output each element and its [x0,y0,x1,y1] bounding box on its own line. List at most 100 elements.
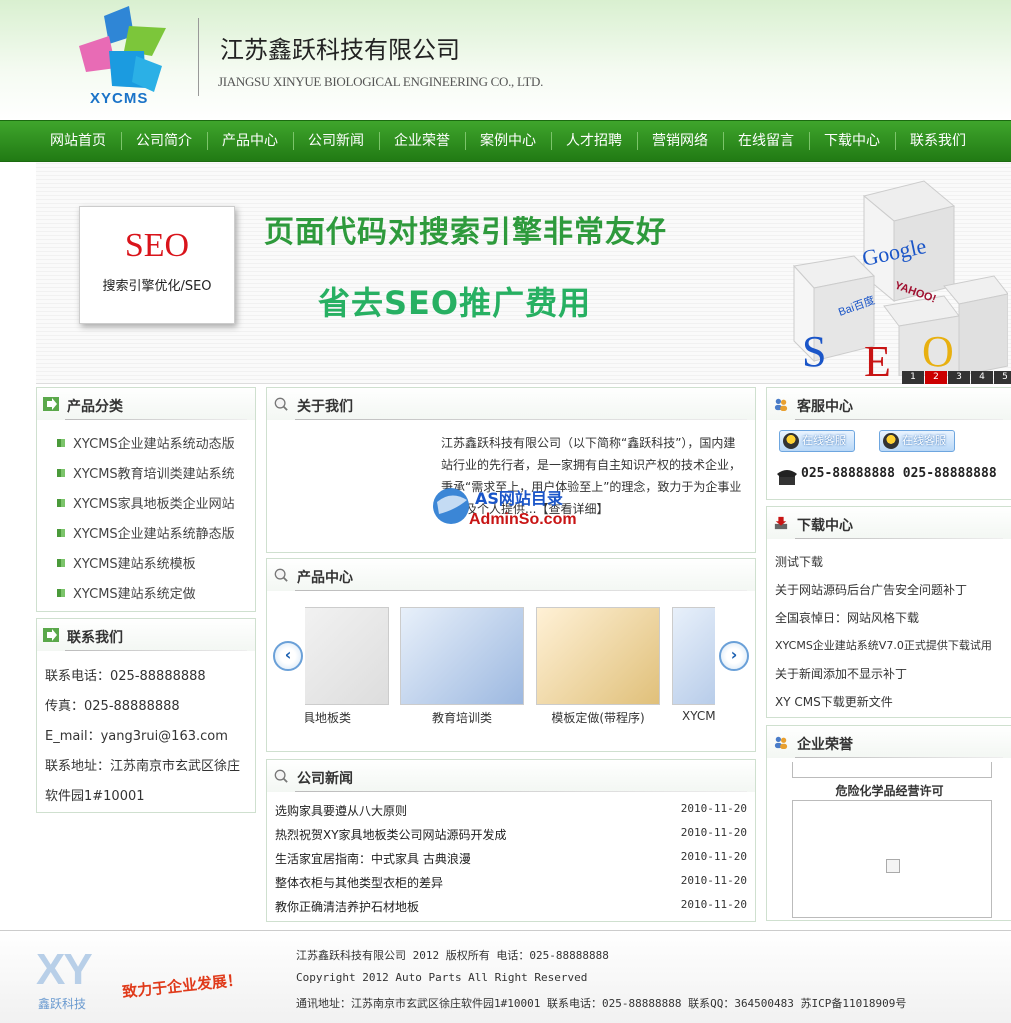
search-icon [274,568,288,582]
nav-item-downloads[interactable]: 下载中心 [809,121,895,161]
products-panel: 产品中心 具地板类 教育培训类 模板定做(带程序) XYCMS ‹ › [266,558,756,752]
banner-slider[interactable]: SEO 搜索引擎优化/SEO 页面代码对搜索引擎非常友好 省去SEO推广费用 G… [36,162,1011,384]
news-item[interactable]: 生活家宜居指南：中式家具 古典浪漫 2010-11-20 [275,850,747,867]
bullet-icon [57,588,65,597]
download-item[interactable]: XY CMS下载更新文件 [775,693,893,710]
product-label[interactable]: 教育培训类 [400,709,524,726]
search-icon [274,397,288,411]
slide-dot-2[interactable]: 2 [925,371,947,384]
news-item[interactable]: 热烈祝贺XY家具地板类公司网站源码开发成 2010-11-20 [275,826,747,843]
watermark-en: AdminSo.com [469,511,577,528]
product-thumbnail[interactable] [672,607,715,705]
category-item[interactable]: XYCMS教育培训类建站系统 [57,463,235,482]
online-service-button[interactable]: 在线客服 [779,430,855,452]
product-thumbnail[interactable] [305,607,389,705]
arrow-right-icon [43,397,59,411]
contact-fax: 传真：025-88888888 [45,699,180,714]
honor-image[interactable] [792,800,992,918]
svg-text:O: O [922,327,954,376]
download-item[interactable]: 测试下载 [775,553,823,570]
nav-item-jobs[interactable]: 人才招聘 [551,121,637,161]
product-thumbnail[interactable] [400,607,524,705]
svg-text:S: S [802,327,826,376]
nav-item-home[interactable]: 网站首页 [35,121,121,161]
news-item[interactable]: 教你正确清洁养护石材地板 2010-11-20 [275,898,747,915]
honor-caption[interactable]: 危险化学品经营许可 [767,782,1011,799]
news-item[interactable]: 选购家具要遵从八大原则 2010-11-20 [275,802,747,819]
product-thumbnail[interactable] [536,607,660,705]
category-item[interactable]: XYCMS企业建站系统动态版 [57,433,235,452]
chevron-right-icon: › [730,645,738,664]
product-label[interactable]: XYCMS [672,709,715,723]
seo-card-subtitle: 搜索引擎优化/SEO [102,279,212,294]
footer-logo: XY [36,945,93,994]
nav-item-message[interactable]: 在线留言 [723,121,809,161]
news-panel: 公司新闻 选购家具要遵从八大原则 2010-11-20 热烈祝贺XY家具地板类公司… [266,759,756,922]
product-label[interactable]: 模板定做(带程序) [536,709,660,726]
product-label[interactable]: 具地板类 [305,709,389,726]
nav-item-about[interactable]: 公司简介 [121,121,207,161]
download-icon [774,516,788,530]
nav-item-products[interactable]: 产品中心 [207,121,293,161]
slide-dot-5[interactable]: 5 [994,371,1011,384]
banner-subheadline: 省去SEO推广费用 [318,284,592,322]
about-panel: 关于我们 江苏鑫跃科技有限公司（以下简称“鑫跃科技”），国内建站行业的先行者，是… [266,387,756,553]
qq-penguin-icon [783,433,799,449]
main-nav: 网站首页 公司简介 产品中心 公司新闻 企业荣誉 案例中心 人才招聘 营销网络 … [0,120,1011,162]
honors-panel: 企业荣誉 危险化学品经营许可 [766,725,1011,921]
category-item[interactable]: XYCMS家具地板类企业网站 [57,493,235,512]
download-item[interactable]: XYCMS企业建站系统V7.0正式提供下载试用 [775,637,992,653]
seo-cubes-illustration: Google YAHOO! Bai百度 S E O [793,180,1008,376]
qq-penguin-icon [883,433,899,449]
carousel-next-button[interactable]: › [719,641,749,671]
bullet-icon [57,438,65,447]
download-item[interactable]: 全国哀悼日：网站风格下载 [775,609,919,626]
bullet-icon [57,558,65,567]
online-service-button[interactable]: 在线客服 [879,430,955,452]
seo-card: SEO 搜索引擎优化/SEO [79,206,235,324]
watermark-cn: AS网站目录 [475,489,563,508]
logo-text: XYCMS [90,90,149,107]
seo-card-title: SEO [124,227,190,264]
header-divider [198,18,199,96]
nav-item-honors[interactable]: 企业荣誉 [379,121,465,161]
search-icon [274,769,288,783]
download-item[interactable]: 关于新闻添加不显示补丁 [775,665,907,682]
news-item[interactable]: 整体衣柜与其他类型衣柜的差异 2010-11-20 [275,874,747,891]
arrow-right-icon [43,628,59,642]
honor-image-frame [792,762,992,778]
footer-copyright-en: Copyright 2012 Auto Parts All Right Rese… [296,971,588,984]
about-title: 关于我们 [297,399,353,415]
nav-item-contact[interactable]: 联系我们 [895,121,981,161]
category-item[interactable]: XYCMS企业建站系统静态版 [57,523,235,542]
telephone-icon [777,470,797,485]
chevron-left-icon: ‹ [284,645,292,664]
bullet-icon [57,468,65,477]
slide-dot-1[interactable]: 1 [902,371,924,384]
banner-headline: 页面代码对搜索引擎非常友好 [264,215,667,250]
carousel-prev-button[interactable]: ‹ [273,641,303,671]
contact-email[interactable]: E_mail：yang3rui@163.com [45,725,228,744]
contact-address-2: 软件园1#10001 [45,789,145,804]
slide-dot-3[interactable]: 3 [948,371,970,384]
nav-item-cases[interactable]: 案例中心 [465,121,551,161]
nav-item-network[interactable]: 营销网络 [637,121,723,161]
footer-copyright: 江苏鑫跃科技有限公司 2012 版权所有 电话：025-88888888 [296,949,609,962]
category-item[interactable]: XYCMS建站系统模板 [57,553,196,572]
downloads-title: 下载中心 [797,518,853,534]
downloads-panel: 下载中心 测试下载 关于网站源码后台广告安全问题补丁 全国哀悼日：网站风格下载 … [766,506,1011,718]
category-item[interactable]: XYCMS建站系统定做 [57,583,196,602]
company-english-name: JIANGSU XINYUE BIOLOGICAL ENGINEERING CO… [218,74,544,89]
contact-title: 联系我们 [67,630,123,646]
download-item[interactable]: 关于网站源码后台广告安全问题补丁 [775,581,967,598]
adminso-watermark: AS网站目录 AdminSo.com [433,488,577,528]
footer-address: 通讯地址：江苏南京市玄武区徐庄软件园1#10001 联系电话：025-88888… [296,997,907,1010]
product-carousel: 具地板类 教育培训类 模板定做(带程序) XYCMS [305,559,715,753]
company-name: 江苏鑫跃科技有限公司 [220,36,460,64]
nav-item-news[interactable]: 公司新闻 [293,121,379,161]
slide-dot-4[interactable]: 4 [971,371,993,384]
footer-logo-sub: 鑫跃科技 [38,997,87,1011]
bullet-icon [57,528,65,537]
footer: XY 鑫跃科技 致力于企业发展！ 江苏鑫跃科技有限公司 2012 版权所有 电话… [0,930,1011,1023]
contact-address: 联系地址：江苏南京市玄武区徐庄 [45,759,241,774]
